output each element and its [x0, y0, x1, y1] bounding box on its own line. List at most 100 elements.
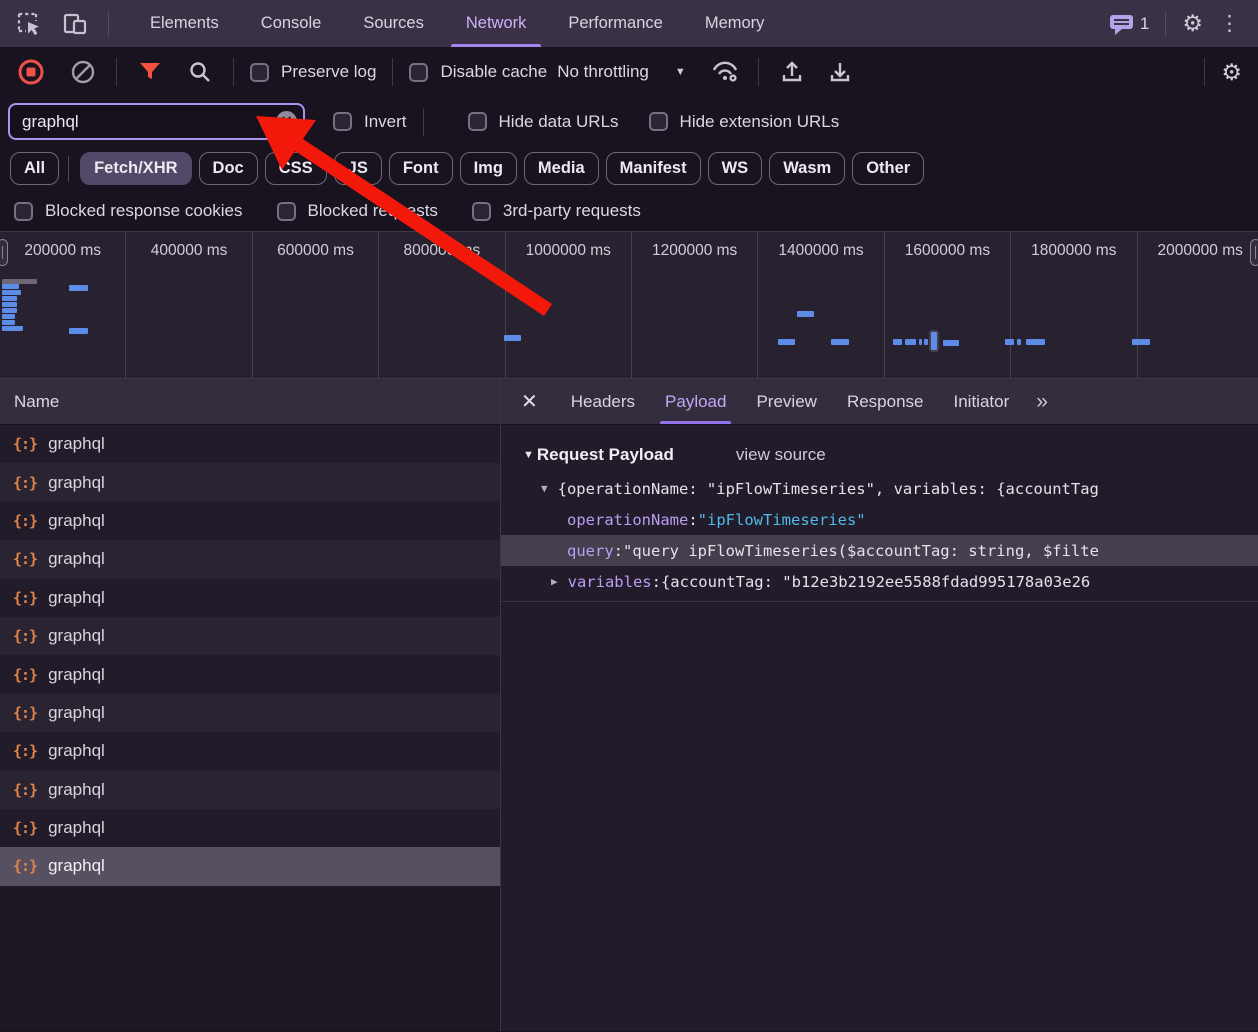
- panel-tab[interactable]: Sources: [342, 0, 445, 47]
- request-timing-bar: [924, 339, 928, 345]
- timeline-columns: 200000 ms400000 ms600000 ms800000 ms1000…: [0, 232, 1258, 378]
- close-details-icon[interactable]: ✕: [501, 389, 556, 414]
- preserve-log-label: Preserve log: [281, 62, 376, 82]
- request-row[interactable]: {:} graphql: [0, 463, 500, 501]
- request-details-pane: ✕ HeadersPayloadPreviewResponseInitiator…: [501, 379, 1258, 1031]
- timeline-column: 2000000 ms: [1138, 232, 1258, 378]
- panel-tab[interactable]: Elements: [129, 0, 240, 47]
- json-request-icon: {:}: [13, 512, 37, 530]
- details-tab[interactable]: Response: [832, 379, 939, 424]
- request-row[interactable]: {:} graphql: [0, 425, 500, 463]
- timeline-column: 1000000 ms: [506, 232, 632, 378]
- type-chip[interactable]: Fetch/XHR: [80, 152, 191, 185]
- preserve-log-checkbox[interactable]: [250, 63, 269, 82]
- type-chip[interactable]: Other: [852, 152, 924, 185]
- payload-tree-row[interactable]: ▶ variables : {accountTag: "b12e3b2192ee…: [501, 566, 1258, 597]
- details-tab[interactable]: Preview: [741, 379, 831, 424]
- payload-tree-row[interactable]: operationName : "ipFlowTimeseries": [501, 504, 1258, 535]
- more-filters-row: Blocked response cookiesBlocked requests…: [0, 191, 1258, 231]
- request-row[interactable]: {:} graphql: [0, 771, 500, 809]
- clear-network-log-icon[interactable]: [66, 55, 100, 89]
- json-key: query: [567, 542, 614, 560]
- type-chip[interactable]: Wasm: [769, 152, 845, 185]
- request-timing-bar: [2, 302, 17, 307]
- timeline-column: 1200000 ms: [632, 232, 758, 378]
- filter-input[interactable]: [8, 103, 305, 140]
- filter-checkbox[interactable]: [14, 202, 33, 221]
- request-row[interactable]: {:} graphql: [0, 732, 500, 770]
- type-chip[interactable]: CSS: [265, 152, 327, 185]
- hide-extension-urls-checkbox[interactable]: [649, 112, 668, 131]
- collapse-section-icon[interactable]: ▼: [523, 449, 534, 461]
- json-request-icon: {:}: [13, 435, 37, 453]
- timeline-column: 400000 ms: [126, 232, 252, 378]
- timeline-column: 1800000 ms: [1011, 232, 1137, 378]
- payload-tree-row[interactable]: ▼ {operationName: "ipFlowTimeseries", va…: [501, 473, 1258, 504]
- filter-checkbox[interactable]: [277, 202, 296, 221]
- request-timing-bar: [1026, 339, 1045, 345]
- timeline-brush-handle-left[interactable]: [0, 239, 8, 266]
- issues-badge[interactable]: 1: [1109, 12, 1149, 36]
- network-settings-gear-icon[interactable]: ⚙: [1221, 59, 1242, 86]
- clear-filter-icon[interactable]: ✕: [276, 111, 297, 132]
- request-row[interactable]: {:} graphql: [0, 617, 500, 655]
- details-tab[interactable]: Payload: [650, 379, 741, 424]
- disclosure-triangle-icon[interactable]: ▼: [541, 482, 548, 495]
- hide-data-urls-checkbox[interactable]: [468, 112, 487, 131]
- invert-checkbox[interactable]: [333, 112, 352, 131]
- json-preview: {operationName: "ipFlowTimeseries", vari…: [558, 480, 1099, 498]
- request-timing-bar: [2, 308, 17, 313]
- more-filter: 3rd-party requests: [472, 201, 641, 221]
- more-filter: Blocked response cookies: [14, 201, 243, 221]
- filter-funnel-icon[interactable]: [133, 55, 167, 89]
- kebab-menu-icon[interactable]: ⋮: [1213, 11, 1246, 36]
- payload-tree: ▼ {operationName: "ipFlowTimeseries", va…: [501, 473, 1258, 602]
- type-chip[interactable]: Media: [524, 152, 599, 185]
- request-row[interactable]: {:} graphql: [0, 655, 500, 693]
- import-har-icon[interactable]: [775, 55, 809, 89]
- request-row[interactable]: {:} graphql: [0, 809, 500, 847]
- json-request-icon: {:}: [13, 742, 37, 760]
- hide-data-urls-label: Hide data URLs: [499, 112, 619, 132]
- request-row[interactable]: {:} graphql: [0, 540, 500, 578]
- throttling-select[interactable]: No throttling ▼: [557, 62, 686, 82]
- request-row[interactable]: {:} graphql: [0, 579, 500, 617]
- json-request-icon: {:}: [13, 857, 37, 875]
- device-toolbar-icon[interactable]: [56, 7, 94, 41]
- panel-tab[interactable]: Performance: [547, 0, 683, 47]
- more-tabs-icon[interactable]: »: [1030, 390, 1052, 414]
- request-row[interactable]: {:} graphql: [0, 502, 500, 540]
- network-overview-timeline[interactable]: 200000 ms400000 ms600000 ms800000 ms1000…: [0, 231, 1258, 379]
- type-chip[interactable]: All: [10, 152, 59, 185]
- panel-tab[interactable]: Network: [445, 0, 548, 47]
- payload-tree-row[interactable]: query : "query ipFlowTimeseries($account…: [501, 535, 1258, 566]
- details-tab[interactable]: Initiator: [939, 379, 1025, 424]
- type-chip[interactable]: Img: [460, 152, 517, 185]
- type-chip[interactable]: JS: [334, 152, 382, 185]
- json-key: variables: [568, 573, 652, 591]
- disclosure-triangle-icon[interactable]: ▶: [551, 575, 558, 588]
- panel-tab[interactable]: Console: [240, 0, 343, 47]
- view-source-link[interactable]: view source: [736, 445, 826, 465]
- inspect-element-icon[interactable]: [10, 7, 48, 41]
- request-row[interactable]: {:} graphql: [0, 694, 500, 732]
- panel-tab[interactable]: Memory: [684, 0, 786, 47]
- type-chip[interactable]: Doc: [199, 152, 258, 185]
- details-tab[interactable]: Headers: [556, 379, 650, 424]
- name-column-header[interactable]: Name: [0, 379, 500, 425]
- request-timing-bar: [2, 320, 15, 325]
- network-conditions-icon[interactable]: [708, 55, 742, 89]
- type-chip[interactable]: WS: [708, 152, 763, 185]
- request-row[interactable]: {:} graphql: [0, 847, 500, 885]
- type-chip[interactable]: Manifest: [606, 152, 701, 185]
- json-request-icon: {:}: [13, 666, 37, 684]
- settings-gear-icon[interactable]: ⚙: [1182, 10, 1203, 37]
- record-network-log-icon[interactable]: [14, 55, 48, 89]
- disable-cache-checkbox[interactable]: [409, 63, 428, 82]
- timeline-column: 800000 ms: [379, 232, 505, 378]
- export-har-icon[interactable]: [823, 55, 857, 89]
- timeline-brush-handle-right[interactable]: [1250, 239, 1258, 266]
- filter-checkbox[interactable]: [472, 202, 491, 221]
- search-icon[interactable]: [183, 55, 217, 89]
- type-chip[interactable]: Font: [389, 152, 453, 185]
